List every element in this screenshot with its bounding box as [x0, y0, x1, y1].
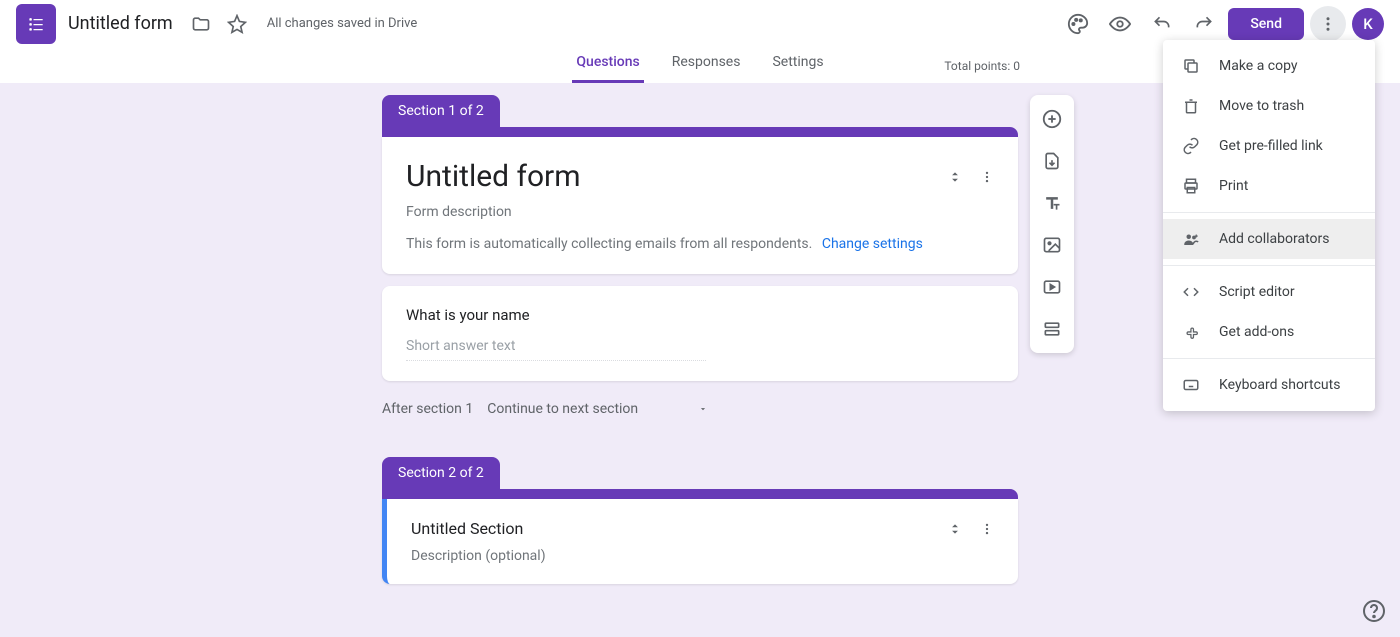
question1-title[interactable]: What is your name — [406, 306, 994, 324]
dropdown-arrow-icon — [698, 404, 708, 414]
menu-move-to-trash[interactable]: Move to trash — [1163, 86, 1375, 126]
menu-separator — [1163, 212, 1375, 213]
more-options-menu: Make a copy Move to trash Get pre-filled… — [1163, 40, 1375, 411]
image-icon — [1042, 235, 1062, 255]
section-more-icon[interactable] — [980, 522, 994, 536]
menu-print[interactable]: Print — [1163, 166, 1375, 206]
collapse-icon[interactable] — [948, 522, 962, 536]
main-tabs: Questions Responses Settings — [572, 54, 827, 83]
floating-toolbar — [1030, 95, 1074, 353]
copy-icon — [1181, 56, 1201, 76]
preview-button[interactable] — [1102, 6, 1138, 42]
menu-script-editor[interactable]: Script editor — [1163, 272, 1375, 312]
email-collection-notice: This form is automatically collecting em… — [406, 236, 994, 252]
total-points-label: Total points: 0 — [944, 59, 1020, 73]
save-status-text: All changes saved in Drive — [267, 16, 418, 31]
import-icon — [1042, 151, 1062, 171]
star-icon — [227, 14, 247, 34]
section1-accent-bar — [382, 127, 1018, 137]
section2-title[interactable]: Untitled Section — [411, 519, 948, 538]
tab-settings[interactable]: Settings — [768, 54, 827, 83]
print-icon — [1181, 176, 1201, 196]
video-icon — [1042, 277, 1062, 297]
account-avatar[interactable]: K — [1352, 8, 1384, 40]
more-vert-icon — [1319, 15, 1337, 33]
redo-icon — [1194, 14, 1214, 34]
menu-separator — [1163, 265, 1375, 266]
section-icon — [1042, 319, 1062, 339]
forms-logo[interactable] — [16, 4, 56, 44]
code-icon — [1181, 282, 1201, 302]
customize-theme-button[interactable] — [1060, 6, 1096, 42]
people-icon — [1181, 229, 1201, 249]
menu-get-addons[interactable]: Get add-ons — [1163, 312, 1375, 352]
more-options-button[interactable] — [1310, 6, 1346, 42]
add-section-button[interactable] — [1034, 311, 1070, 347]
palette-icon — [1067, 13, 1089, 35]
undo-button[interactable] — [1144, 6, 1180, 42]
change-settings-link[interactable]: Change settings — [822, 236, 923, 252]
send-button[interactable]: Send — [1228, 8, 1304, 40]
after-section-row: After section 1 Continue to next section — [382, 401, 1018, 417]
menu-prefilled-link[interactable]: Get pre-filled link — [1163, 126, 1375, 166]
add-title-button[interactable] — [1034, 185, 1070, 221]
help-button[interactable] — [1360, 597, 1388, 625]
redo-button[interactable] — [1186, 6, 1222, 42]
keyboard-icon — [1181, 375, 1201, 395]
trash-icon — [1181, 96, 1201, 116]
menu-separator — [1163, 358, 1375, 359]
text-icon — [1042, 193, 1062, 213]
move-to-folder-button[interactable] — [183, 6, 219, 42]
after-section-label: After section 1 — [382, 401, 473, 417]
form-column: Section 1 of 2 Untitled form Form descri… — [382, 95, 1018, 584]
tab-responses[interactable]: Responses — [668, 54, 745, 83]
header-actions: Send K — [1060, 6, 1384, 42]
add-video-button[interactable] — [1034, 269, 1070, 305]
section1-header-card[interactable]: Untitled form Form description This form… — [382, 137, 1018, 274]
addon-icon — [1181, 322, 1201, 342]
section-more-icon[interactable] — [980, 170, 994, 184]
link-icon — [1181, 136, 1201, 156]
short-answer-placeholder: Short answer text — [406, 338, 706, 361]
collapse-icon[interactable] — [948, 170, 962, 184]
star-button[interactable] — [219, 6, 255, 42]
add-question-button[interactable] — [1034, 101, 1070, 137]
after-section-dropdown[interactable]: Continue to next section — [487, 401, 708, 417]
menu-keyboard-shortcuts[interactable]: Keyboard shortcuts — [1163, 365, 1375, 405]
menu-add-collaborators[interactable]: Add collaborators — [1163, 219, 1375, 259]
section1-title[interactable]: Untitled form — [406, 159, 948, 194]
section2-accent-bar — [382, 489, 1018, 499]
add-circle-icon — [1041, 108, 1063, 130]
undo-icon — [1152, 14, 1172, 34]
folder-icon — [191, 14, 211, 34]
section1-tab: Section 1 of 2 — [382, 95, 500, 127]
eye-icon — [1109, 13, 1131, 35]
menu-make-copy[interactable]: Make a copy — [1163, 46, 1375, 86]
section2-header-card[interactable]: Untitled Section Description (optional) — [382, 499, 1018, 584]
section1-description[interactable]: Form description — [406, 204, 994, 220]
forms-logo-icon — [26, 14, 46, 34]
tab-questions[interactable]: Questions — [572, 54, 643, 83]
section2-tab: Section 2 of 2 — [382, 457, 500, 489]
add-image-button[interactable] — [1034, 227, 1070, 263]
form-title-input[interactable]: Untitled form — [68, 13, 173, 34]
help-icon — [1362, 599, 1386, 623]
section2-description[interactable]: Description (optional) — [411, 548, 994, 564]
question-card-1[interactable]: What is your name Short answer text — [382, 286, 1018, 381]
import-questions-button[interactable] — [1034, 143, 1070, 179]
